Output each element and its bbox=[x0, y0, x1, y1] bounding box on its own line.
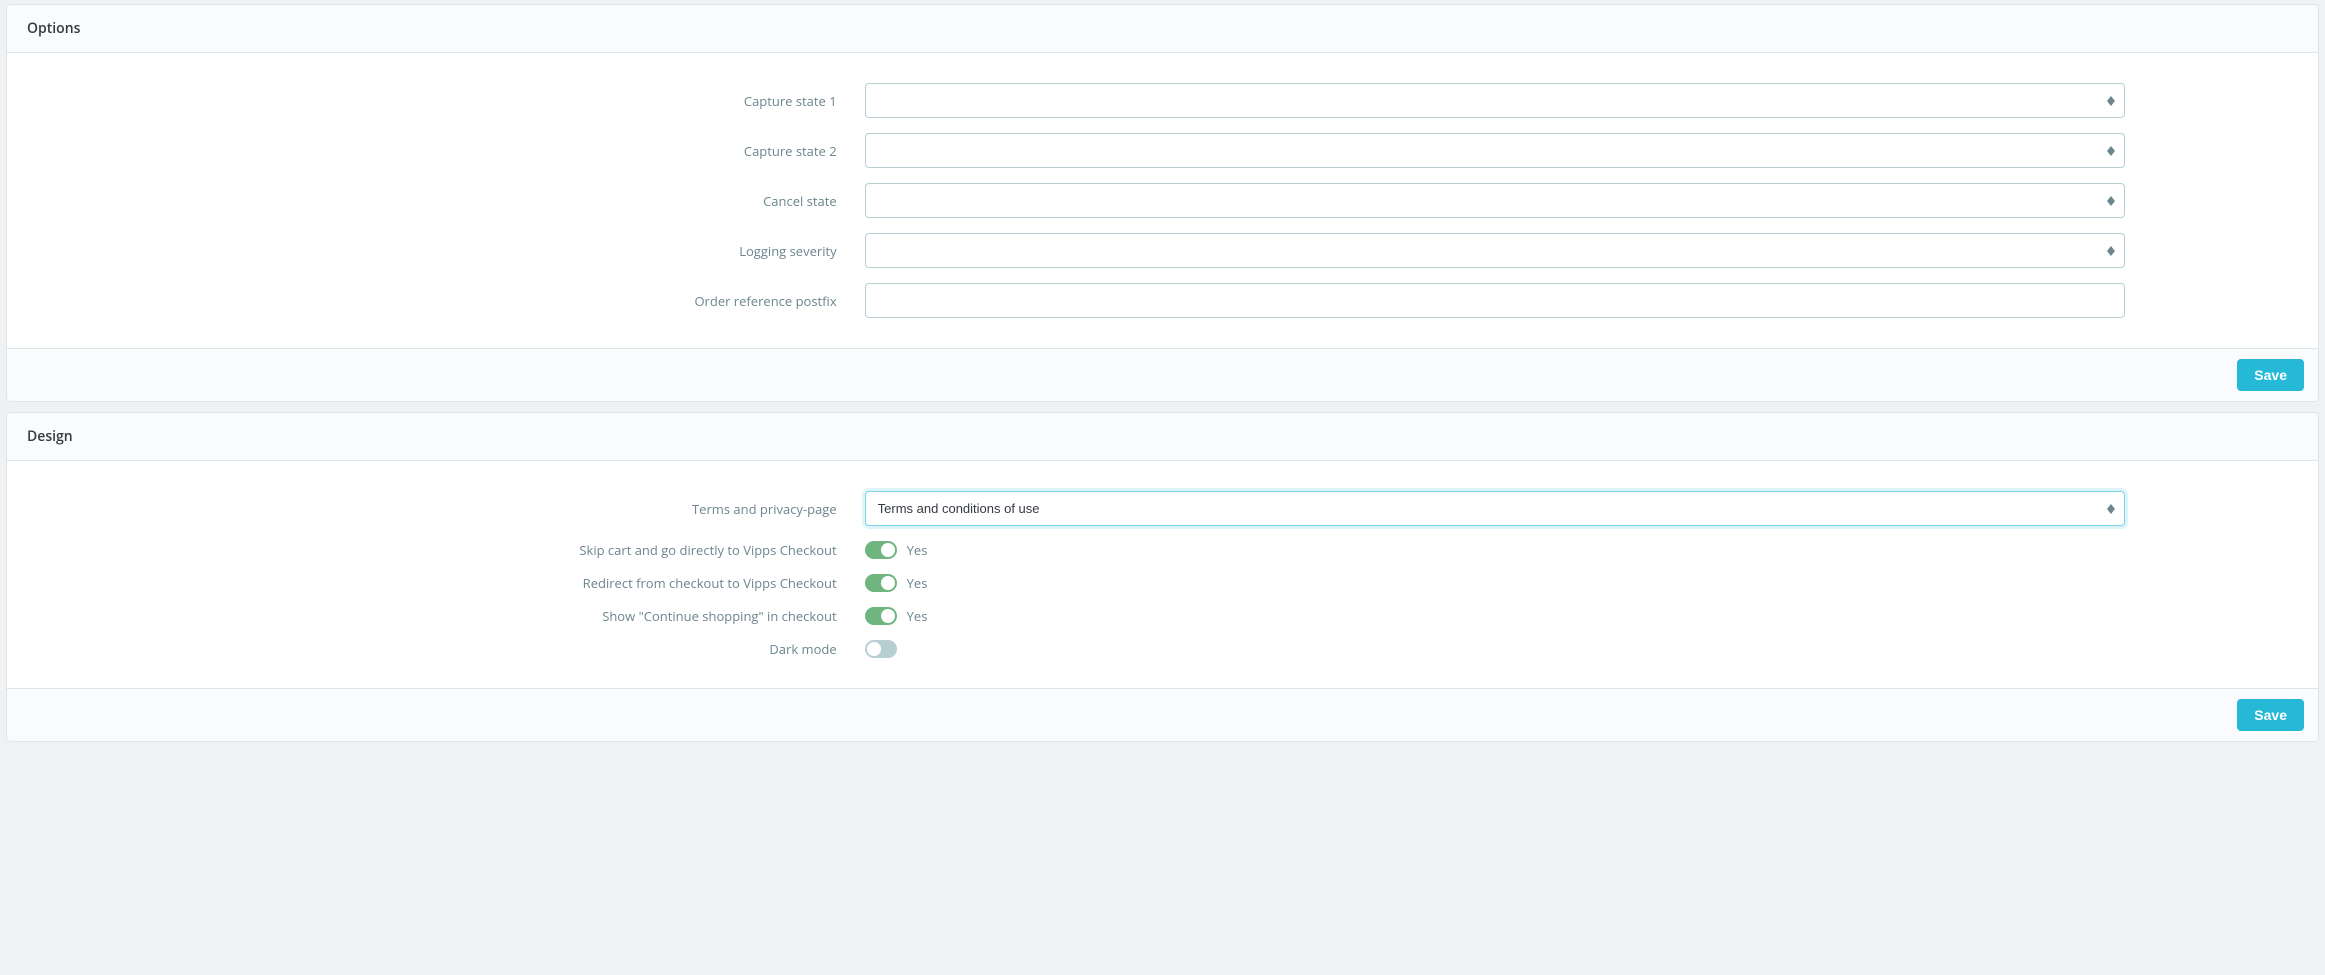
label-skip-cart: Skip cart and go directly to Vipps Check… bbox=[17, 541, 865, 559]
row-continue: Show "Continue shopping" in checkout Yes bbox=[17, 607, 2308, 625]
toggle-redirect-label: Yes bbox=[907, 574, 928, 592]
label-order-ref-postfix: Order reference postfix bbox=[17, 292, 865, 310]
toggle-skip-cart[interactable] bbox=[865, 541, 897, 559]
toggle-redirect[interactable] bbox=[865, 574, 897, 592]
row-capture-state-2: Capture state 2 bbox=[17, 133, 2308, 168]
row-logging-severity: Logging severity bbox=[17, 233, 2308, 268]
label-cancel-state: Cancel state bbox=[17, 192, 865, 210]
toggle-continue-label: Yes bbox=[907, 607, 928, 625]
options-header: Options bbox=[7, 5, 2318, 53]
label-capture-state-1: Capture state 1 bbox=[17, 92, 865, 110]
select-capture-state-2[interactable] bbox=[865, 133, 2125, 168]
row-redirect: Redirect from checkout to Vipps Checkout… bbox=[17, 574, 2308, 592]
label-terms-page: Terms and privacy-page bbox=[17, 500, 865, 518]
options-footer: Save bbox=[7, 348, 2318, 401]
row-terms-page: Terms and privacy-page Terms and conditi… bbox=[17, 491, 2308, 526]
design-body: Terms and privacy-page Terms and conditi… bbox=[7, 461, 2318, 688]
label-redirect: Redirect from checkout to Vipps Checkout bbox=[17, 574, 865, 592]
row-order-ref-postfix: Order reference postfix bbox=[17, 283, 2308, 318]
label-capture-state-2: Capture state 2 bbox=[17, 142, 865, 160]
select-wrap-logging-severity bbox=[865, 233, 2125, 268]
label-continue: Show "Continue shopping" in checkout bbox=[17, 607, 865, 625]
row-dark-mode: Dark mode bbox=[17, 640, 2308, 658]
row-cancel-state: Cancel state bbox=[17, 183, 2308, 218]
save-button[interactable]: Save bbox=[2237, 699, 2304, 731]
select-wrap-capture-state-2 bbox=[865, 133, 2125, 168]
select-wrap-capture-state-1 bbox=[865, 83, 2125, 118]
toggle-dark-mode[interactable] bbox=[865, 640, 897, 658]
design-card: Design Terms and privacy-page Terms and … bbox=[6, 412, 2319, 742]
select-cancel-state[interactable] bbox=[865, 183, 2125, 218]
select-capture-state-1[interactable] bbox=[865, 83, 2125, 118]
select-wrap-cancel-state bbox=[865, 183, 2125, 218]
options-body: Capture state 1 Capture state 2 bbox=[7, 53, 2318, 348]
select-wrap-terms-page: Terms and conditions of use bbox=[865, 491, 2125, 526]
row-capture-state-1: Capture state 1 bbox=[17, 83, 2308, 118]
label-dark-mode: Dark mode bbox=[17, 640, 865, 658]
input-order-ref-postfix[interactable] bbox=[865, 283, 2125, 318]
toggle-skip-cart-label: Yes bbox=[907, 541, 928, 559]
options-card: Options Capture state 1 bbox=[6, 4, 2319, 402]
row-skip-cart: Skip cart and go directly to Vipps Check… bbox=[17, 541, 2308, 559]
label-logging-severity: Logging severity bbox=[17, 242, 865, 260]
save-button[interactable]: Save bbox=[2237, 359, 2304, 391]
design-header: Design bbox=[7, 413, 2318, 461]
design-footer: Save bbox=[7, 688, 2318, 741]
select-logging-severity[interactable] bbox=[865, 233, 2125, 268]
toggle-continue[interactable] bbox=[865, 607, 897, 625]
select-terms-page[interactable]: Terms and conditions of use bbox=[865, 491, 2125, 526]
